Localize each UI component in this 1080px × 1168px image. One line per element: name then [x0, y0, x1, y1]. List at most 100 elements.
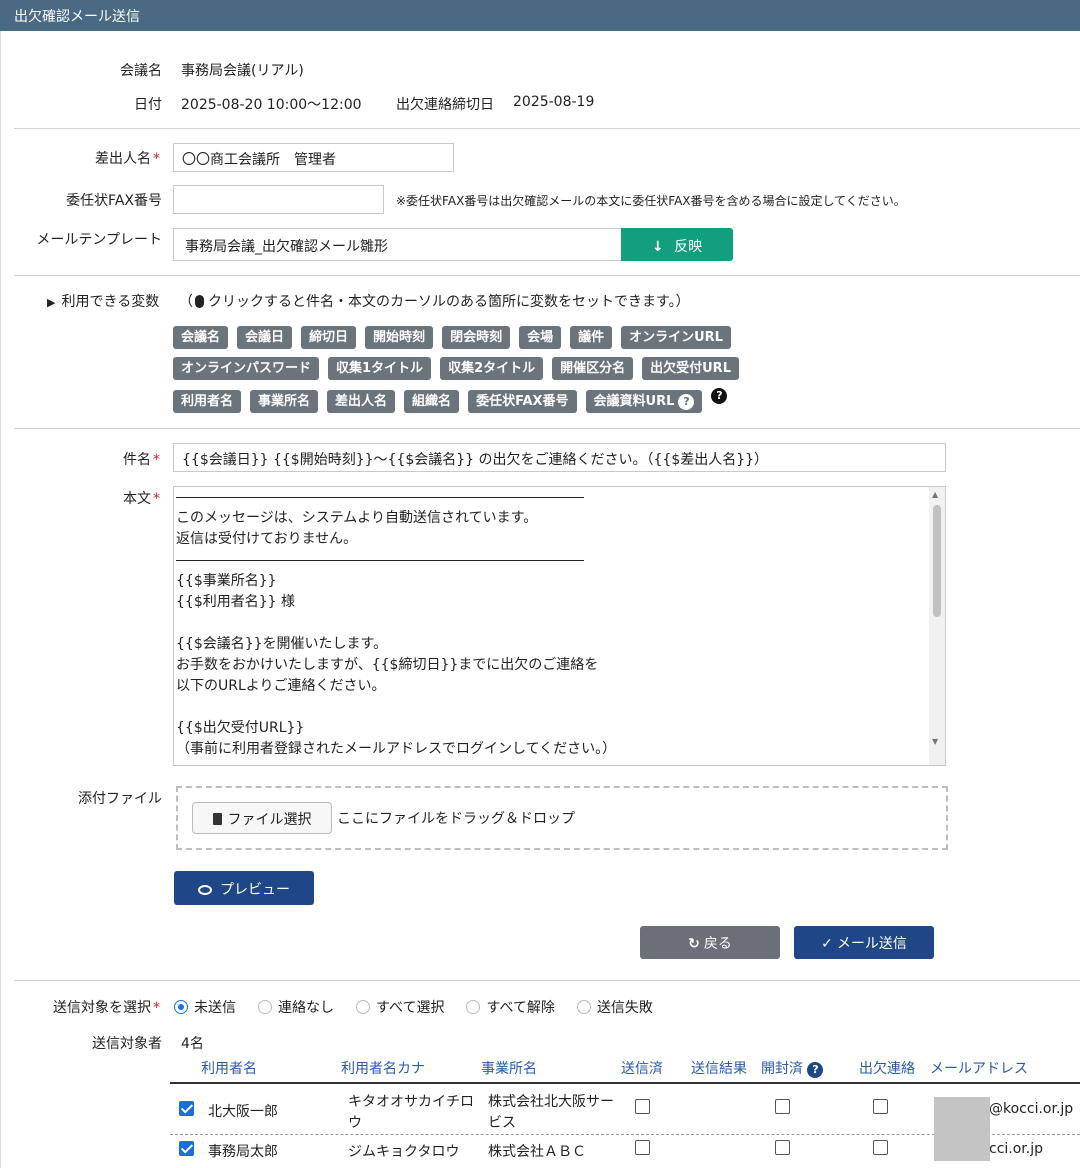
table-header-border [170, 1082, 1080, 1084]
target-radio-option[interactable]: 連絡なし [258, 997, 334, 1017]
email-address: @kocci.or.jp [989, 1101, 1074, 1117]
column-header[interactable]: 出欠連絡 [859, 1058, 915, 1078]
variable-chip[interactable]: オンラインURL [621, 326, 731, 349]
email-address: cci.or.jp [989, 1141, 1043, 1157]
subject-input[interactable]: {{$会議日}} {{$開始時刻}}～{{$会議名}} の出欠をご連絡ください。… [173, 443, 946, 472]
divider [14, 275, 1080, 276]
scroll-down-icon[interactable]: ▼ [932, 737, 938, 746]
body-line: {{$利用者名}} 様 [176, 594, 295, 610]
target-select-label: 送信対象を選択 * [53, 1000, 160, 1016]
radio-icon[interactable] [466, 1000, 481, 1014]
user-kana: ジムキョクタロウ [348, 1144, 460, 1160]
file-upload-icon [212, 813, 222, 825]
required-mark: * [153, 151, 160, 167]
target-radio-option[interactable]: 未送信 [174, 997, 236, 1017]
deadline-label: 出欠連絡締切日 [396, 97, 494, 113]
body-line [176, 613, 926, 634]
office-name: 株式会社ＡＢＣ [488, 1144, 586, 1160]
body-scrollbar[interactable]: ▲ ▼ [929, 487, 945, 765]
variable-chip[interactable]: 会議名 [173, 326, 229, 349]
column-header[interactable]: 事業所名 [481, 1058, 537, 1078]
variable-chip[interactable]: 収集1タイトル [328, 357, 432, 380]
back-button[interactable]: ↻ 戻る [640, 926, 780, 959]
radio-icon[interactable] [356, 1000, 370, 1014]
radio-icon[interactable] [576, 1000, 591, 1014]
variable-chip[interactable]: 差出人名 [327, 390, 396, 413]
variable-chip[interactable]: 議件 [570, 326, 613, 349]
opened-checkbox[interactable] [775, 1140, 790, 1155]
body-line: 返信は受付けておりません。 [176, 531, 358, 547]
meeting-date-label: 日付 [134, 97, 162, 113]
mouse-icon [195, 295, 204, 308]
variable-chip[interactable]: 会議資料URL? [585, 390, 703, 413]
variable-chip[interactable]: 開始時刻 [365, 326, 434, 349]
send-mail-button[interactable]: ✓ メール送信 [794, 926, 934, 959]
fax-label: 委任状FAX番号 [66, 193, 162, 209]
eye-icon [198, 885, 212, 895]
variable-chip[interactable]: 組織名 [404, 390, 460, 413]
user-name: 北大阪一郎 [208, 1104, 278, 1120]
fax-input[interactable] [173, 185, 384, 214]
target-radio-option[interactable]: 送信失敗 [576, 997, 653, 1017]
page-title: 出欠確認メール送信 [0, 0, 1080, 31]
variable-chip[interactable]: 会議日 [237, 326, 293, 349]
help-icon[interactable]: ? [807, 1062, 824, 1078]
column-header[interactable]: 利用者名 [201, 1058, 257, 1078]
row-checkbox[interactable] [179, 1141, 194, 1156]
column-header[interactable]: 送信済 [621, 1058, 663, 1078]
column-header[interactable]: 送信結果 [691, 1058, 747, 1078]
column-header[interactable]: メールアドレス [930, 1058, 1028, 1078]
preview-button[interactable]: プレビュー [174, 871, 314, 905]
attendance-checkbox[interactable] [873, 1140, 888, 1155]
divider [14, 980, 1080, 981]
sender-input[interactable]: 〇〇商工会議所 管理者 [173, 143, 454, 172]
template-select[interactable]: 事務局会議_出欠確認メール雛形 [173, 228, 622, 261]
variable-chip[interactable]: オンラインパスワード [173, 357, 320, 380]
column-header[interactable]: 利用者名カナ [341, 1058, 425, 1078]
user-name: 事務局太郎 [208, 1144, 278, 1160]
variable-chip[interactable]: 会場 [519, 326, 562, 349]
opened-checkbox[interactable] [775, 1099, 790, 1114]
sent-checkbox[interactable] [635, 1099, 650, 1114]
variable-chip[interactable]: 利用者名 [173, 390, 242, 413]
meeting-name-label: 会議名 [120, 63, 162, 79]
scroll-thumb[interactable] [933, 505, 941, 617]
file-select-button[interactable]: ファイル選択 [192, 802, 332, 834]
variable-chips: 会議名 会議日 締切日 開始時刻 閉会時刻 会場 議件 オンラインURL オンラインパスワード… [173, 326, 873, 421]
radio-icon[interactable] [258, 1000, 272, 1014]
template-label: メールテンプレート [36, 232, 162, 248]
variable-chip[interactable]: 事業所名 [250, 390, 319, 413]
help-icon[interactable]: ? [711, 388, 728, 404]
variable-chip[interactable]: 出欠受付URL [642, 357, 739, 380]
attendance-checkbox[interactable] [873, 1099, 888, 1114]
scroll-up-icon[interactable]: ▲ [932, 490, 938, 499]
sender-label: 差出人名 * [95, 151, 160, 167]
redacted-block [934, 1097, 990, 1161]
target-count-value: 4名 [181, 1036, 204, 1052]
body-line: このメッセージは、システムより自動送信されています。 [176, 510, 538, 526]
body-textarea[interactable]: このメッセージは、システムより自動送信されています。 返信は受付けておりません。… [173, 486, 946, 766]
sent-checkbox[interactable] [635, 1140, 650, 1155]
apply-template-button[interactable]: ↓ 反映 [621, 228, 733, 261]
row-checkbox[interactable] [179, 1101, 194, 1116]
divider [14, 128, 1080, 129]
target-radio-option[interactable]: すべて解除 [466, 997, 555, 1017]
drop-hint: ここにファイルをドラッグ＆ドロップ [337, 811, 575, 827]
user-kana: ウ [348, 1115, 362, 1131]
body-line: 以下のURLよりご連絡ください。 [176, 678, 386, 694]
radio-icon[interactable] [174, 1000, 188, 1014]
column-header[interactable]: 開封済 ? [761, 1058, 824, 1078]
variable-chip[interactable]: 締切日 [301, 326, 357, 349]
variable-chip[interactable]: 収集2タイトル [440, 357, 544, 380]
attachment-label: 添付ファイル [78, 791, 162, 807]
target-radio-option[interactable]: すべて選択 [356, 997, 444, 1017]
variable-chip[interactable]: 委任状FAX番号 [468, 390, 577, 413]
body-line [176, 487, 926, 508]
variable-chip[interactable]: 閉会時刻 [442, 326, 511, 349]
help-icon[interactable]: ? [678, 394, 695, 410]
variable-chip[interactable]: 開催区分名 [552, 357, 634, 380]
body-line: {{$事業所名}} [176, 573, 277, 589]
body-line: （事前に利用者登録されたメールアドレスでログインしてください。） [176, 741, 617, 757]
subject-label: 件名 * [123, 452, 160, 468]
variables-toggle[interactable]: ▶ 利用できる変数 [47, 291, 159, 311]
